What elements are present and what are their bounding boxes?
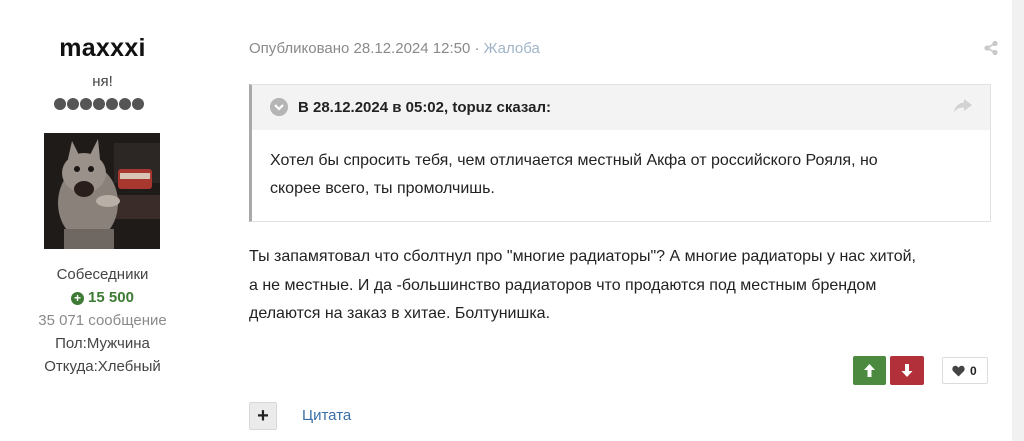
author-username[interactable]: maxxxi [0,34,205,63]
quote-jump-icon[interactable] [954,99,972,113]
quote-button[interactable]: Цитата [302,407,351,424]
downvote-button[interactable] [890,356,924,385]
chevron-toggle-icon[interactable] [270,98,288,116]
rank-pip [132,98,144,110]
quote-line: Хотел бы спросить тебя, чем отличается м… [270,152,878,169]
post-line: а не местные. И да -большинство радиатор… [249,276,877,294]
upvote-button[interactable] [853,356,886,385]
arrow-up-icon [864,364,875,377]
quote-citation: В 28.12.2024 в 05:02, topuz сказал: [298,99,551,116]
arrow-down-icon [901,364,913,377]
quote-block: В 28.12.2024 в 05:02, topuz сказал: Хоте… [249,84,991,222]
rank-pip [54,98,66,110]
scrollbar[interactable] [1012,0,1024,441]
rank-pip [119,98,131,110]
like-count: 0 [970,364,977,378]
quote-header: В 28.12.2024 в 05:02, topuz сказал: [252,85,990,130]
plus-circle-icon: + [71,292,85,305]
report-link[interactable]: Жалоба [484,40,540,57]
author-reputation: +15 500 [0,289,205,306]
post-line: Ты запамятовал что сболтнул про "многие … [249,248,916,265]
rank-pip [93,98,105,110]
share-icon[interactable] [983,40,999,56]
author-title: ня! [92,73,113,90]
avatar[interactable] [44,133,160,249]
author-location: Откуда:Хлебный [44,358,161,375]
reputation-value: 15 500 [88,289,134,306]
rank-pips [54,98,144,112]
post-meta: Опубликовано 28.12.2024 12:50 · Жалоба [249,40,540,57]
meta-separator: · [474,40,480,57]
post-line: делаются на заказ в хитае. Болтунишка. [249,305,551,322]
rank-pip [106,98,118,110]
post-content: Ты запамятовал что сболтнул про "многие … [249,243,999,329]
author-post-count: 35 071 сообщение [38,312,167,329]
author-group: Собеседники [56,266,149,283]
avatar-image [44,133,160,249]
multiquote-add-button[interactable]: + [249,402,277,430]
quote-line: скорее всего, ты промолчишь. [270,180,495,197]
like-button[interactable]: 0 [942,357,988,384]
heart-icon [952,365,965,377]
author-gender: Пол:Мужчина [55,335,150,352]
rank-pip [67,98,79,110]
forum-post: maxxxi ня! Собеседники + 15 500 35 071 с… [0,0,1012,441]
quote-text: Хотел бы спросить тебя, чем отличается м… [270,147,972,203]
post-date: Опубликовано 28.12.2024 12:50 [249,40,471,57]
rank-pip [80,98,92,110]
